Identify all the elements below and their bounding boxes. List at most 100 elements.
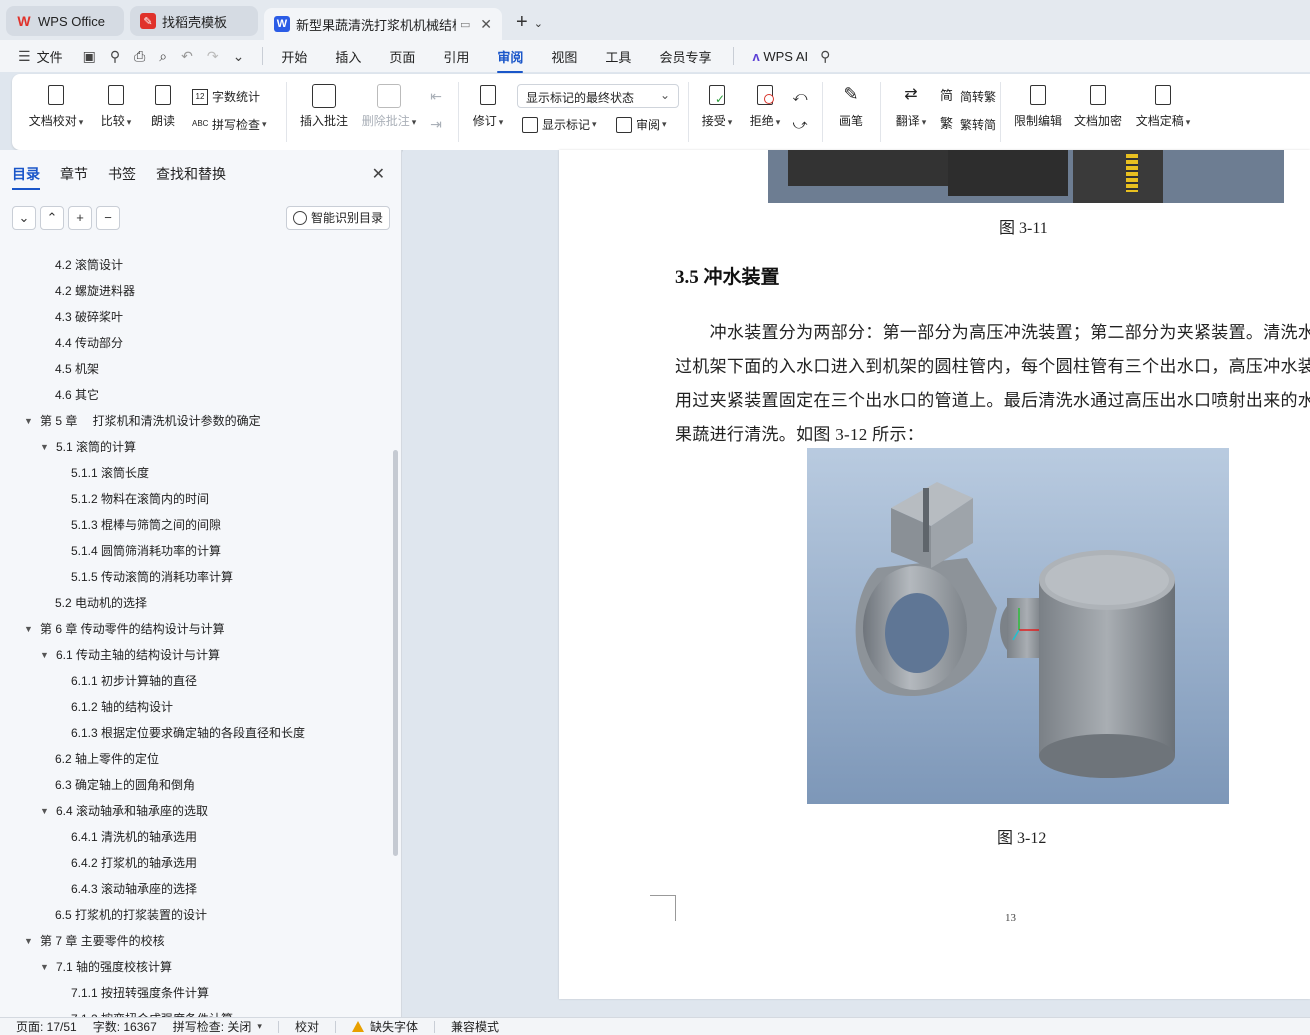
hamburger-icon[interactable]: ☰ bbox=[18, 48, 31, 65]
menu-review[interactable]: 审阅 bbox=[497, 47, 524, 73]
tab-bookmarks[interactable]: 书签 bbox=[108, 164, 136, 184]
document-page[interactable]: 图 3-11 3.5 冲水装置 冲水装置分为两部分：第一部分为高压冲洗装置；第二… bbox=[559, 150, 1310, 999]
wps-ai-button[interactable]: ᴧ WPS AI bbox=[752, 49, 808, 64]
word-count-indicator[interactable]: 字数: 16367 bbox=[93, 1018, 157, 1035]
toc-item[interactable]: 5.1.2 物料在滚筒内的时间 bbox=[71, 490, 209, 507]
toc-item[interactable]: ▼ 6.4 滚动轴承和轴承座的选取 bbox=[40, 802, 208, 819]
toc-item[interactable]: 6.5 打浆机的打浆装置的设计 bbox=[55, 906, 207, 923]
share-icon[interactable]: ⚲ bbox=[110, 48, 120, 65]
tab-toc[interactable]: 目录 bbox=[12, 164, 40, 190]
to-traditional-button[interactable]: 简 简转繁 bbox=[940, 88, 996, 105]
save-icon[interactable]: ▣ bbox=[83, 48, 96, 65]
toc-item[interactable]: ▼ 5.1 滚筒的计算 bbox=[40, 438, 136, 455]
toc-item[interactable]: 7.1.2 按弯扭合成强度条件计算 bbox=[71, 1010, 233, 1017]
track-changes-button[interactable]: 修订 ▾ bbox=[470, 84, 506, 129]
toc-item[interactable]: 6.4.3 滚动轴承座的选择 bbox=[71, 880, 197, 897]
toc-item[interactable]: 5.1.3 棍棒与筛筒之间的间隙 bbox=[71, 516, 221, 533]
new-tab-button[interactable]: + bbox=[516, 11, 528, 34]
expand-arrow-icon[interactable]: ▼ bbox=[24, 936, 34, 946]
toc-item[interactable]: 4.5 机架 bbox=[55, 360, 99, 377]
print-preview-icon[interactable]: ⌕ bbox=[159, 48, 167, 65]
delete-comment-button[interactable]: 删除批注 ▾ bbox=[358, 84, 420, 129]
tab-find-replace[interactable]: 查找和替换 bbox=[156, 164, 226, 184]
tab-docer[interactable]: ✎ 找稻壳模板 bbox=[130, 6, 258, 36]
toc-item[interactable]: 4.6 其它 bbox=[55, 386, 99, 403]
spell-check-button[interactable]: ABC 拼写检查 ▾ bbox=[192, 116, 267, 133]
print-icon[interactable]: ⎙ bbox=[134, 48, 145, 65]
expand-arrow-icon[interactable]: ▼ bbox=[40, 962, 50, 972]
toc-item[interactable]: 5.1.5 传动滚筒的消耗功率计算 bbox=[71, 568, 233, 585]
restrict-edit-button[interactable]: 限制编辑 bbox=[1012, 84, 1064, 129]
toc-item[interactable]: ▼ 6.1 传动主轴的结构设计与计算 bbox=[40, 646, 220, 663]
search-icon[interactable]: ⚲ bbox=[820, 48, 830, 65]
accept-button[interactable]: ✓ 接受 ▾ bbox=[698, 84, 736, 129]
toc-item[interactable]: 7.1.1 按扭转强度条件计算 bbox=[71, 984, 209, 1001]
scrollbar-thumb[interactable] bbox=[393, 450, 398, 856]
prev-comment-button[interactable]: ⇤ bbox=[426, 88, 446, 105]
smart-toc-button[interactable]: 智能识别目录 bbox=[286, 206, 390, 230]
next-comment-button[interactable]: ⇥ bbox=[426, 116, 446, 133]
expand-down-button[interactable]: ⌄ bbox=[12, 206, 36, 230]
add-level-button[interactable]: + bbox=[68, 206, 92, 230]
page-indicator[interactable]: 页面: 17/51 bbox=[16, 1018, 77, 1035]
toc-item[interactable]: 5.1.4 圆筒筛消耗功率的计算 bbox=[71, 542, 221, 559]
show-markup-button[interactable]: 显示标记 ▾ bbox=[522, 116, 597, 133]
review-pane-button[interactable]: 审阅 ▾ bbox=[616, 116, 667, 133]
markup-state-dropdown[interactable]: 显示标记的最终状态 ⌄ bbox=[517, 84, 679, 108]
menu-view[interactable]: 视图 bbox=[551, 47, 577, 66]
doc-check-button[interactable]: 文档校对 ▾ bbox=[28, 84, 84, 129]
reject-button[interactable]: 拒绝 ▾ bbox=[746, 84, 784, 129]
toc-item[interactable]: 4.2 滚筒设计 bbox=[55, 256, 123, 273]
toc-item[interactable]: 4.4 传动部分 bbox=[55, 334, 123, 351]
expand-arrow-icon[interactable]: ▼ bbox=[24, 624, 34, 634]
collapse-up-button[interactable]: ⌃ bbox=[40, 206, 64, 230]
to-simplified-button[interactable]: 繁 繁转简 bbox=[940, 116, 996, 133]
spell-check-status[interactable]: 拼写检查: 关闭 ▾ bbox=[173, 1018, 262, 1035]
menu-file[interactable]: 文件 bbox=[37, 47, 63, 66]
tab-wps-office[interactable]: W WPS Office bbox=[6, 6, 124, 36]
menu-home[interactable]: 开始 bbox=[281, 47, 307, 66]
close-icon[interactable]: ✕ bbox=[372, 164, 385, 184]
menu-member[interactable]: 会员专享 bbox=[659, 47, 711, 66]
toc-item[interactable]: 6.1.3 根据定位要求确定轴的各段直径和长度 bbox=[71, 724, 305, 741]
toc-item[interactable]: 6.2 轴上零件的定位 bbox=[55, 750, 159, 767]
encrypt-button[interactable]: 文档加密 bbox=[1072, 84, 1124, 129]
toc-item[interactable]: 5.1.1 滚筒长度 bbox=[71, 464, 149, 481]
remove-level-button[interactable]: − bbox=[96, 206, 120, 230]
expand-arrow-icon[interactable]: ▼ bbox=[40, 806, 50, 816]
chevron-down-icon[interactable]: ⌄ bbox=[534, 17, 543, 30]
expand-arrow-icon[interactable]: ▼ bbox=[40, 650, 50, 660]
toc-item[interactable]: 6.4.2 打浆机的轴承选用 bbox=[71, 854, 197, 871]
more-chevron-icon[interactable]: ⌄ bbox=[233, 48, 245, 65]
word-count-button[interactable]: 12 字数统计 bbox=[192, 88, 260, 105]
toc-item[interactable]: 6.1.1 初步计算轴的直径 bbox=[71, 672, 197, 689]
proofread-status[interactable]: 校对 bbox=[295, 1018, 319, 1035]
toc-item[interactable]: ▼ 7.1 轴的强度校核计算 bbox=[40, 958, 172, 975]
toc-item[interactable]: ▼ 第 7 章 主要零件的校核 bbox=[24, 932, 165, 949]
toc-item[interactable]: 4.2 螺旋进料器 bbox=[55, 282, 135, 299]
insert-comment-button[interactable]: 插入批注 bbox=[298, 84, 350, 129]
next-change-button[interactable]: ⤻ bbox=[790, 116, 810, 133]
toc-item[interactable]: 5.2 电动机的选择 bbox=[55, 594, 147, 611]
toc-item[interactable]: 6.3 确定轴上的圆角和倒角 bbox=[55, 776, 195, 793]
expand-arrow-icon[interactable]: ▼ bbox=[40, 442, 50, 452]
translate-button[interactable]: ⇄ 翻译 ▾ bbox=[892, 84, 930, 129]
missing-font-status[interactable]: 缺失字体 bbox=[351, 1018, 418, 1035]
pen-button[interactable]: ✎ 画笔 bbox=[836, 84, 866, 129]
prev-change-button[interactable]: ⤺ bbox=[790, 88, 810, 105]
compare-button[interactable]: 比较 ▾ bbox=[98, 84, 134, 129]
toc-item[interactable]: 4.3 破碎桨叶 bbox=[55, 308, 123, 325]
undo-icon[interactable]: ↶ bbox=[181, 48, 193, 65]
toc-item[interactable]: 6.4.1 清洗机的轴承选用 bbox=[71, 828, 197, 845]
tab-document[interactable]: W 新型果蔬清洗打浆机机械结构 ▭ ✕ bbox=[264, 8, 502, 40]
read-aloud-button[interactable]: 朗读 bbox=[148, 84, 178, 129]
menu-insert[interactable]: 插入 bbox=[335, 47, 361, 66]
menu-page[interactable]: 页面 bbox=[389, 47, 415, 66]
expand-arrow-icon[interactable]: ▼ bbox=[24, 416, 34, 426]
tab-chapters[interactable]: 章节 bbox=[60, 164, 88, 184]
close-icon[interactable]: ✕ bbox=[480, 16, 492, 33]
toc-item[interactable]: ▼ 第 6 章 传动零件的结构设计与计算 bbox=[24, 620, 225, 637]
toc-item[interactable]: ▼ 第 5 章 打浆机和清洗机设计参数的确定 bbox=[24, 412, 261, 429]
menu-references[interactable]: 引用 bbox=[443, 47, 469, 66]
redo-icon[interactable]: ↷ bbox=[207, 48, 219, 65]
